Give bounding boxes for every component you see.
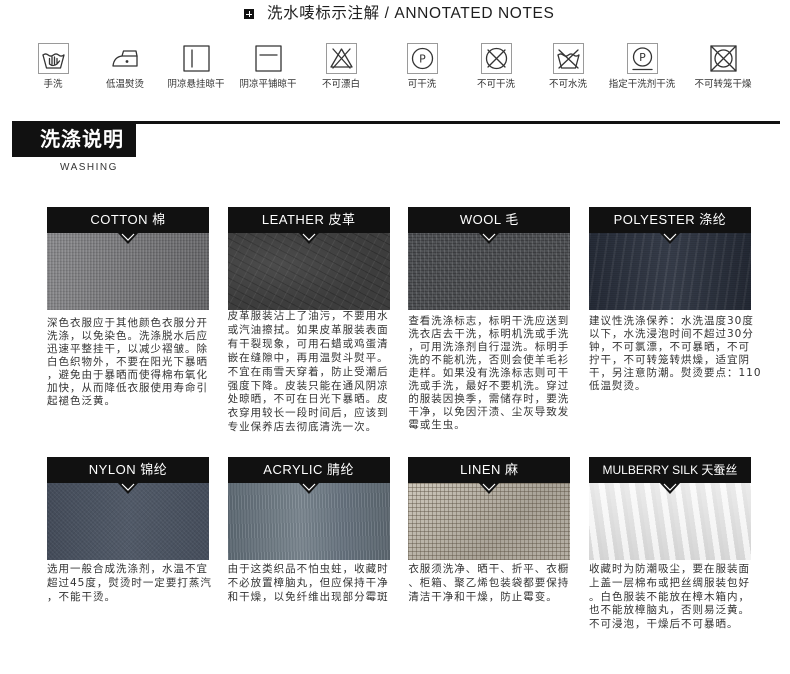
fabric-card-mulberry-silk: MULBERRY SILK 天蚕丝 收藏时为防潮吸尘，要在服装面 上盖一层棉布或… bbox=[588, 457, 751, 632]
care-symbol-label: 不可水洗 bbox=[548, 79, 587, 90]
fabric-care-text: 查看洗涤标志，标明干洗应送到 洗衣店去干洗，标明机洗或手洗 ，可用洗涤剂自行湿洗… bbox=[408, 314, 570, 431]
fabric-card-acrylic: ACRYLIC 腈纶 由于这类织品不怕虫蛀，收藏时 不必放置樟脑丸，但应保持干净… bbox=[227, 457, 390, 632]
chevron-down-icon bbox=[658, 232, 681, 244]
care-symbol-no-tumble-dry: 不可转笼干燥 bbox=[678, 43, 768, 91]
fabric-care-text: 收藏时为防潮吸尘，要在服装面 上盖一层棉布或把丝绸服装包好 。白色服装不能放在樟… bbox=[588, 563, 750, 631]
fabric-care-text: 深色衣服应于其他颜色衣服分开 洗涤，以免染色。洗涤脱水后应 迅速平整挂干，以减少… bbox=[47, 317, 208, 407]
care-symbol-label: 可干洗 bbox=[407, 79, 437, 90]
chevron-down-icon bbox=[658, 482, 681, 494]
dry-clean-specified-solvent-icon: P bbox=[626, 43, 658, 74]
section-title: 洗涤说明 bbox=[12, 121, 136, 157]
fabric-card-title: POLYESTER 涤纶 bbox=[588, 207, 751, 233]
fabric-card-title: WOOL 毛 bbox=[408, 207, 571, 233]
iron-low-temperature-icon bbox=[111, 50, 138, 67]
drip-dry-shade-icon bbox=[182, 45, 210, 72]
hand-wash-icon bbox=[37, 43, 69, 74]
chevron-down-icon bbox=[297, 482, 320, 494]
fabric-card-grid: COTTON 棉 深色衣服应于其他颜色衣服分开 洗涤，以免染色。洗涤脱水后应 迅… bbox=[47, 207, 762, 632]
chevron-down-icon bbox=[478, 482, 501, 494]
fabric-card-cotton: COTTON 棉 深色衣服应于其他颜色衣服分开 洗涤，以免染色。洗涤脱水后应 迅… bbox=[47, 207, 209, 457]
dry-clean-icon: P bbox=[406, 43, 438, 74]
section-subtitle: WASHING bbox=[60, 162, 118, 173]
no-dry-clean-icon bbox=[480, 43, 512, 74]
fabric-care-text: 建议性洗涤保养：水洗温度30度 以下，水洗浸泡时间不超过30分 钟，不可氯漂，不… bbox=[588, 314, 762, 392]
chevron-down-icon bbox=[117, 482, 139, 494]
chevron-down-icon bbox=[478, 232, 501, 244]
care-symbol-label: 不可干洗 bbox=[476, 79, 515, 90]
care-symbol-label: 指定干洗剂干洗 bbox=[608, 79, 676, 90]
fabric-card-title: COTTON 棉 bbox=[47, 207, 209, 233]
care-symbol-label: 阴凉悬挂晾干 bbox=[167, 79, 225, 90]
fabric-card-title: LINEN 麻 bbox=[408, 457, 571, 483]
fabric-card-title: NYLON 锦纶 bbox=[47, 457, 209, 483]
fabric-card-title: MULBERRY SILK 天蚕丝 bbox=[588, 457, 751, 483]
fabric-card-leather: LEATHER 皮革 皮革服装沾上了油污，不要用水 或汽油擦拭。如果皮革服装表面… bbox=[227, 207, 390, 457]
fabric-card-title: LEATHER 皮革 bbox=[227, 207, 390, 233]
fabric-care-text: 由于这类织品不怕虫蛀，收藏时 不必放置樟脑丸，但应保持干净 和干燥，以免纤维出现… bbox=[227, 563, 389, 603]
no-wash-icon bbox=[552, 43, 584, 74]
no-bleach-icon bbox=[325, 43, 357, 74]
care-symbol-label: 手洗 bbox=[43, 79, 63, 90]
care-symbol-label: 阴凉平铺晾干 bbox=[239, 79, 297, 90]
chevron-down-icon bbox=[117, 232, 139, 244]
fabric-card-polyester: POLYESTER 涤纶 建议性洗涤保养：水洗温度30度 以下，水洗浸泡时间不超… bbox=[588, 207, 762, 457]
fabric-card-title: ACRYLIC 腈纶 bbox=[227, 457, 390, 483]
fabric-card-linen: LINEN 麻 衣服须洗净、晒干、折平、衣橱 、柜箱、聚乙烯包装袋都要保持 清洁… bbox=[408, 457, 571, 632]
no-tumble-dry-icon bbox=[709, 45, 737, 72]
dry-clean-specified-letter: P bbox=[639, 51, 646, 64]
dry-clean-letter: P bbox=[419, 53, 426, 66]
fabric-care-text: 选用一般合成洗涤剂，水温不宜 超过45度，熨烫时一定要打蒸汽 ，不能干烫。 bbox=[47, 563, 212, 603]
care-symbol-label: 不可转笼干燥 bbox=[694, 79, 752, 90]
care-symbol-label: 低温熨烫 bbox=[105, 79, 144, 90]
fabric-care-text: 衣服须洗净、晒干、折平、衣橱 、柜箱、聚乙烯包装袋都要保持 清洁干净和干燥，防止… bbox=[408, 563, 570, 603]
care-symbol-dry-clean-specified: P 指定干洗剂干洗 bbox=[597, 43, 687, 91]
square-plus-icon bbox=[244, 9, 254, 19]
care-symbol-label: 不可漂白 bbox=[321, 79, 360, 90]
care-symbol-no-bleach: 不可漂白 bbox=[296, 43, 386, 91]
notes-header: 洗水唛标示注解 / ANNOTATED NOTES bbox=[244, 4, 554, 24]
chevron-down-icon bbox=[297, 232, 320, 244]
fabric-care-text: 皮革服装沾上了油污，不要用水 或汽油擦拭。如果皮革服装表面 有干裂现象，可用石蜡… bbox=[227, 310, 389, 434]
notes-title: 洗水唛标示注解 / ANNOTATED NOTES bbox=[267, 5, 555, 22]
fabric-card-nylon: NYLON 锦纶 选用一般合成洗涤剂，水温不宜 超过45度，熨烫时一定要打蒸汽 … bbox=[47, 457, 212, 632]
dry-flat-shade-icon bbox=[254, 45, 282, 72]
fabric-card-wool: WOOL 毛 查看洗涤标志，标明干洗应送到 洗衣店去干洗，标明机洗或手洗 ，可用… bbox=[408, 207, 571, 457]
